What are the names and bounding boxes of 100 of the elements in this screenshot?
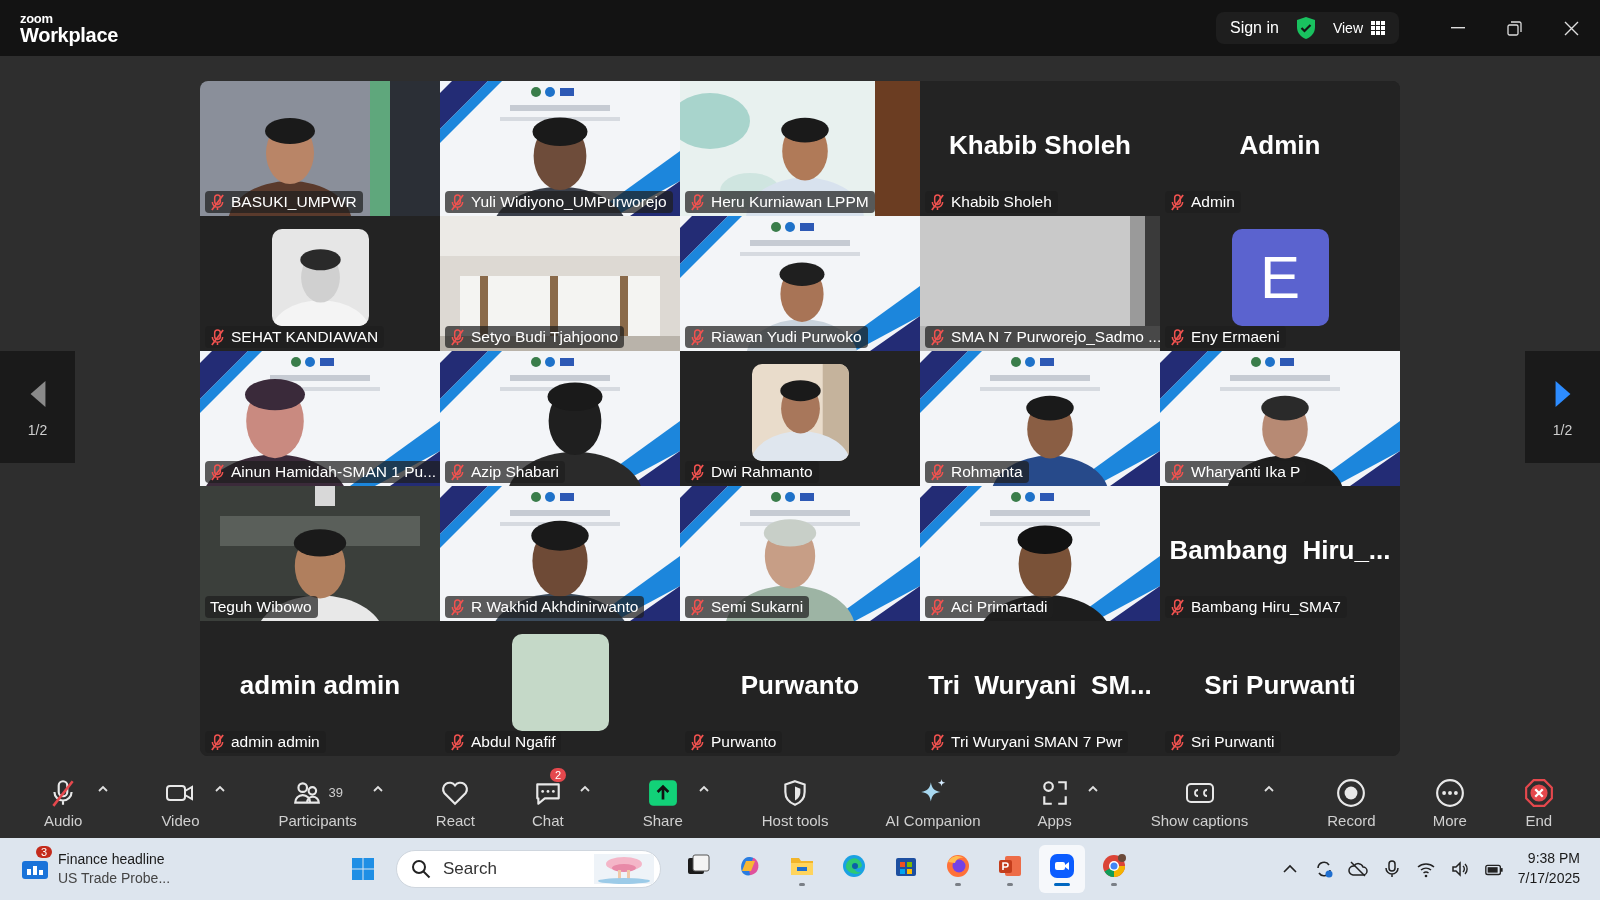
unread-badge: 2 bbox=[550, 767, 567, 782]
button-label: Video bbox=[161, 811, 200, 829]
widget-headline: Finance headline bbox=[58, 850, 166, 869]
toolbar-button[interactable]: Host tools bbox=[755, 767, 835, 829]
toolbar-button[interactable]: Record bbox=[1321, 767, 1382, 829]
toolbar-button[interactable]: 2 Chat bbox=[526, 767, 570, 829]
muted-mic-icon bbox=[1170, 733, 1185, 751]
brand-logo: zoom bbox=[20, 11, 54, 25]
button-label: More bbox=[1432, 811, 1467, 829]
button-label: Share bbox=[642, 811, 683, 829]
participant-name: Semi Sukarni bbox=[711, 598, 804, 616]
participant-name: R Wakhid Akhdinirwanto bbox=[471, 598, 639, 616]
participant-name: Wharyanti Ika P bbox=[1191, 463, 1301, 481]
button-label: Audio bbox=[44, 811, 83, 829]
share-icon bbox=[647, 777, 678, 808]
participant-name: Eny Ermaeni bbox=[1191, 328, 1280, 346]
participant-name: Bambang Hiru_SMA7 bbox=[1191, 598, 1341, 616]
muted-mic-icon bbox=[450, 733, 465, 751]
muted-mic-icon bbox=[690, 328, 705, 346]
page-number: 1/2 bbox=[1552, 422, 1573, 438]
notification-badge: 3 bbox=[36, 846, 53, 859]
toolbar-button[interactable]: Show captions bbox=[1144, 767, 1255, 829]
close-icon bbox=[1564, 20, 1579, 36]
muted-mic-icon bbox=[450, 598, 465, 616]
participant-name: Setyo Budi Tjahjoono bbox=[471, 328, 619, 346]
participant-name: Sri Purwanti bbox=[1191, 733, 1275, 751]
restore-icon bbox=[1507, 20, 1522, 36]
participant-name: SMA N 7 Purworejo_Sadmo ... bbox=[951, 328, 1160, 346]
display-name: Khabib Sholeh bbox=[949, 130, 1131, 161]
more-icon bbox=[1434, 777, 1465, 808]
button-label: Apps bbox=[1037, 811, 1072, 829]
muted-mic-icon bbox=[210, 463, 225, 481]
muted-mic-icon bbox=[450, 463, 465, 481]
button-label: Chat bbox=[532, 811, 564, 829]
participant-name: Rohmanta bbox=[951, 463, 1023, 481]
muted-mic-icon bbox=[930, 463, 945, 481]
toolbar-button[interactable]: More bbox=[1426, 767, 1473, 829]
button-label: End bbox=[1525, 811, 1553, 829]
display-name: Tri Wuryani SM... bbox=[928, 670, 1152, 701]
muted-mic-icon bbox=[930, 193, 945, 211]
display-name: admin admin bbox=[239, 670, 401, 701]
button-label: Record bbox=[1327, 811, 1376, 829]
button-label: AI Companion bbox=[885, 811, 981, 829]
search-icon bbox=[411, 859, 431, 879]
muted-mic-icon bbox=[930, 598, 945, 616]
app-title: Workplace bbox=[20, 24, 119, 45]
toolbar-button[interactable]: Video bbox=[155, 767, 206, 829]
participant-name: Heru Kurniawan LPPM bbox=[711, 193, 869, 211]
muted-mic-icon bbox=[1170, 598, 1185, 616]
sign-in-button[interactable]: Sign in bbox=[1230, 19, 1279, 37]
participant-count: 39 bbox=[328, 785, 343, 800]
muted-mic-icon bbox=[210, 733, 225, 751]
toolbar-button[interactable]: React bbox=[429, 767, 482, 829]
participant-name: Abdul Ngafif bbox=[471, 733, 556, 751]
shield-check-icon bbox=[1294, 16, 1317, 40]
view-button[interactable]: View bbox=[1332, 20, 1385, 36]
muted-mic-icon bbox=[690, 193, 705, 211]
page-number: 1/2 bbox=[27, 422, 48, 438]
volume-icon bbox=[1449, 859, 1470, 879]
muted-mic-icon bbox=[930, 733, 945, 751]
search-input[interactable]: Search bbox=[441, 858, 584, 880]
toolbar-button[interactable]: End bbox=[1517, 767, 1560, 829]
clock-date: 7/17/2025 bbox=[1517, 869, 1580, 888]
app-icon bbox=[1048, 852, 1076, 880]
muted-mic-icon bbox=[690, 733, 705, 751]
toolbar-button[interactable]: 39 Participants bbox=[272, 767, 363, 829]
toolbar-button[interactable]: AI Companion bbox=[879, 767, 987, 829]
participant-name: Ainun Hamidah-SMAN 1 Pu... bbox=[231, 463, 437, 481]
windows-icon bbox=[349, 855, 377, 883]
muted-mic-icon bbox=[690, 463, 705, 481]
app-icon bbox=[1100, 852, 1128, 880]
cloud-icon bbox=[1347, 859, 1368, 879]
search-field[interactable]: Search bbox=[396, 850, 661, 888]
page-button[interactable]: 1/2 bbox=[1525, 351, 1600, 463]
button-label: Show captions bbox=[1150, 811, 1249, 829]
participant-name: Yuli Widiyono_UMPurworejo bbox=[471, 193, 667, 211]
muted-mic-icon bbox=[1170, 328, 1185, 346]
participant-name: Aci Primartadi bbox=[951, 598, 1048, 616]
display-name: Purwanto bbox=[740, 670, 860, 701]
muted-mic-icon bbox=[210, 328, 225, 346]
participant-name: admin admin bbox=[231, 733, 320, 751]
grid-icon bbox=[1371, 21, 1385, 35]
end-icon bbox=[1523, 777, 1554, 808]
participant-name: Teguh Wibowo bbox=[210, 598, 312, 616]
app-icon bbox=[944, 852, 972, 880]
clock-time: 9:38 PM bbox=[1527, 849, 1580, 869]
button-label: React bbox=[435, 811, 476, 829]
participant-name: Tri Wuryani SMAN 7 Pwr bbox=[951, 733, 1123, 751]
toolbar-button[interactable]: Audio bbox=[38, 767, 89, 829]
muted-mic-icon bbox=[450, 328, 465, 346]
letter-avatar: E bbox=[1231, 229, 1329, 326]
toolbar-button[interactable]: Share bbox=[636, 767, 689, 829]
participant-name: Dwi Rahmanto bbox=[711, 463, 813, 481]
muted-mic-icon bbox=[930, 328, 945, 346]
muted-mic-icon bbox=[1170, 463, 1185, 481]
participant-name: Riawan Yudi Purwoko bbox=[711, 328, 862, 346]
participant-name: Khabib Sholeh bbox=[951, 193, 1052, 211]
toolbar-button[interactable]: Apps bbox=[1031, 767, 1078, 829]
minimize-icon bbox=[1450, 27, 1465, 29]
button-label: Participants bbox=[278, 811, 357, 829]
